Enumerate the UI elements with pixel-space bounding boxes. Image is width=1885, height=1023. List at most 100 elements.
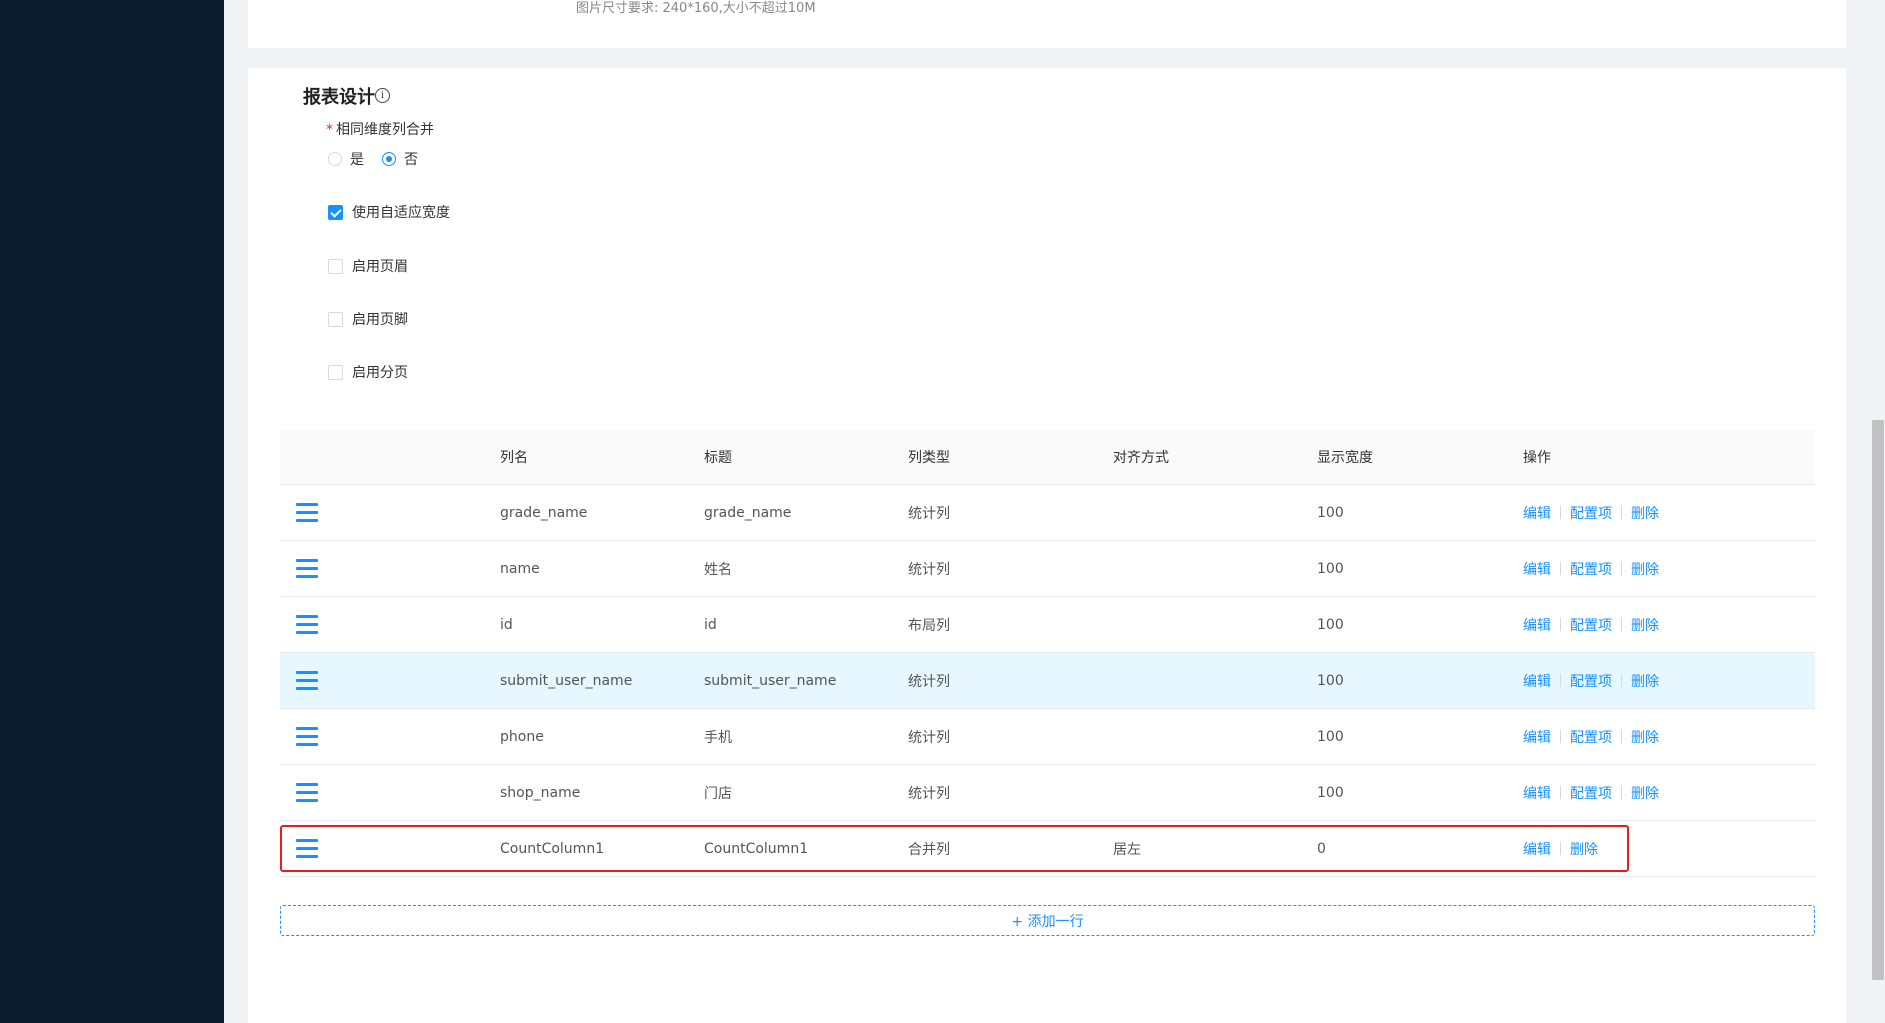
cell-name: shop_name: [500, 784, 581, 801]
drag-handle-icon[interactable]: [296, 558, 318, 580]
radio-yes-label: 是: [350, 152, 364, 168]
radio-option-yes[interactable]: 是: [328, 150, 364, 168]
drag-handle-icon[interactable]: [296, 838, 318, 860]
cell-actions: 编辑 配置项 删除: [1523, 709, 1659, 764]
checkbox-header-label: 启用页眉: [352, 259, 408, 275]
divider: [1621, 674, 1622, 687]
cell-title: 手机: [704, 729, 732, 746]
delete-link[interactable]: 删除: [1570, 839, 1598, 859]
header-column-type: 列类型: [908, 450, 950, 466]
cell-title: CountColumn1: [704, 840, 809, 857]
header-column-name: 列名: [500, 450, 528, 466]
cell-width: 100: [1317, 560, 1344, 577]
cell-actions: 编辑 配置项 删除: [1523, 597, 1659, 652]
delete-link[interactable]: 删除: [1631, 783, 1659, 803]
divider: [1560, 562, 1561, 575]
add-row-button[interactable]: + 添加一行: [280, 905, 1815, 936]
section-title: 报表设计: [303, 87, 375, 108]
cell-type: 统计列: [908, 785, 950, 802]
cell-width: 100: [1317, 504, 1344, 521]
divider: [1621, 730, 1622, 743]
cell-type: 统计列: [908, 673, 950, 690]
table-row: name 姓名 统计列 100 编辑 配置项 删除: [280, 541, 1815, 597]
cell-width: 0: [1317, 840, 1326, 857]
table-row-highlighted: submit_user_name submit_user_name 统计列 10…: [280, 653, 1815, 709]
edit-link[interactable]: 编辑: [1523, 671, 1551, 691]
divider: [1560, 618, 1561, 631]
cell-actions: 编辑 删除: [1523, 821, 1598, 876]
checkbox-pagination-box[interactable]: [328, 364, 343, 380]
cell-name: id: [500, 616, 513, 633]
delete-link[interactable]: 删除: [1631, 559, 1659, 579]
cell-type: 统计列: [908, 729, 950, 746]
radio-yes-indicator[interactable]: [328, 152, 342, 166]
divider: [1621, 618, 1622, 631]
config-link[interactable]: 配置项: [1570, 783, 1612, 803]
divider: [1560, 786, 1561, 799]
cell-width: 100: [1317, 616, 1344, 633]
cell-actions: 编辑 配置项 删除: [1523, 653, 1659, 708]
delete-link[interactable]: 删除: [1631, 615, 1659, 635]
cell-name: submit_user_name: [500, 672, 633, 689]
config-link[interactable]: 配置项: [1570, 615, 1612, 635]
required-mark: *: [326, 122, 333, 138]
edit-link[interactable]: 编辑: [1523, 839, 1551, 859]
divider: [1560, 674, 1561, 687]
edit-link[interactable]: 编辑: [1523, 559, 1551, 579]
table-header: 列名 标题 列类型 对齐方式 显示宽度 操作: [280, 430, 1815, 485]
cell-title: 姓名: [704, 561, 732, 578]
drag-handle-icon[interactable]: [296, 502, 318, 524]
config-link[interactable]: 配置项: [1570, 727, 1612, 747]
checkbox-footer[interactable]: 启用页脚: [328, 310, 408, 328]
edit-link[interactable]: 编辑: [1523, 615, 1551, 635]
table-row: id id 布局列 100 编辑 配置项 删除: [280, 597, 1815, 653]
config-link[interactable]: 配置项: [1570, 559, 1612, 579]
checkbox-pagination[interactable]: 启用分页: [328, 363, 408, 381]
config-link[interactable]: 配置项: [1570, 671, 1612, 691]
page-scrollbar[interactable]: [1872, 420, 1884, 980]
merge-field-label: * 相同维度列合并: [326, 121, 434, 139]
checkbox-header-box[interactable]: [328, 258, 343, 274]
cell-name: CountColumn1: [500, 840, 605, 857]
header-display-width: 显示宽度: [1317, 450, 1373, 466]
image-size-hint: 图片尺寸要求: 240*160,大小不超过10M: [576, 1, 816, 16]
edit-link[interactable]: 编辑: [1523, 503, 1551, 523]
checkbox-adaptive-width-box[interactable]: [328, 204, 343, 220]
radio-no-label: 否: [404, 152, 418, 168]
config-link[interactable]: 配置项: [1570, 503, 1612, 523]
cell-title: 门店: [704, 785, 732, 802]
cell-actions: 编辑 配置项 删除: [1523, 541, 1659, 596]
edit-link[interactable]: 编辑: [1523, 783, 1551, 803]
table-row: grade_name grade_name 统计列 100 编辑 配置项 删除: [280, 485, 1815, 541]
table-row: shop_name 门店 统计列 100 编辑 配置项 删除: [280, 765, 1815, 821]
edit-link[interactable]: 编辑: [1523, 727, 1551, 747]
info-circle-icon[interactable]: i: [375, 88, 390, 103]
divider: [1621, 562, 1622, 575]
drag-handle-icon[interactable]: [296, 782, 318, 804]
drag-handle-icon[interactable]: [296, 670, 318, 692]
radio-no-indicator[interactable]: [382, 152, 396, 166]
divider: [1560, 730, 1561, 743]
drag-handle-icon[interactable]: [296, 726, 318, 748]
checkbox-footer-label: 启用页脚: [352, 312, 408, 328]
cell-name: name: [500, 560, 540, 577]
checkbox-header[interactable]: 启用页眉: [328, 257, 408, 275]
cell-type: 统计列: [908, 561, 950, 578]
cell-type: 统计列: [908, 505, 950, 522]
delete-link[interactable]: 删除: [1631, 671, 1659, 691]
cell-name: phone: [500, 728, 544, 745]
cell-actions: 编辑 配置项 删除: [1523, 485, 1659, 540]
merge-field-label-text: 相同维度列合并: [336, 122, 434, 138]
delete-link[interactable]: 删除: [1631, 727, 1659, 747]
drag-handle-icon[interactable]: [296, 614, 318, 636]
checkbox-footer-box[interactable]: [328, 311, 343, 327]
delete-link[interactable]: 删除: [1631, 503, 1659, 523]
divider: [1621, 786, 1622, 799]
header-alignment: 对齐方式: [1113, 450, 1169, 466]
cell-type: 合并列: [908, 841, 950, 858]
cell-width: 100: [1317, 728, 1344, 745]
cell-align: 居左: [1113, 841, 1141, 858]
radio-option-no[interactable]: 否: [382, 150, 418, 168]
checkbox-adaptive-width[interactable]: 使用自适应宽度: [328, 203, 450, 221]
divider: [1621, 506, 1622, 519]
